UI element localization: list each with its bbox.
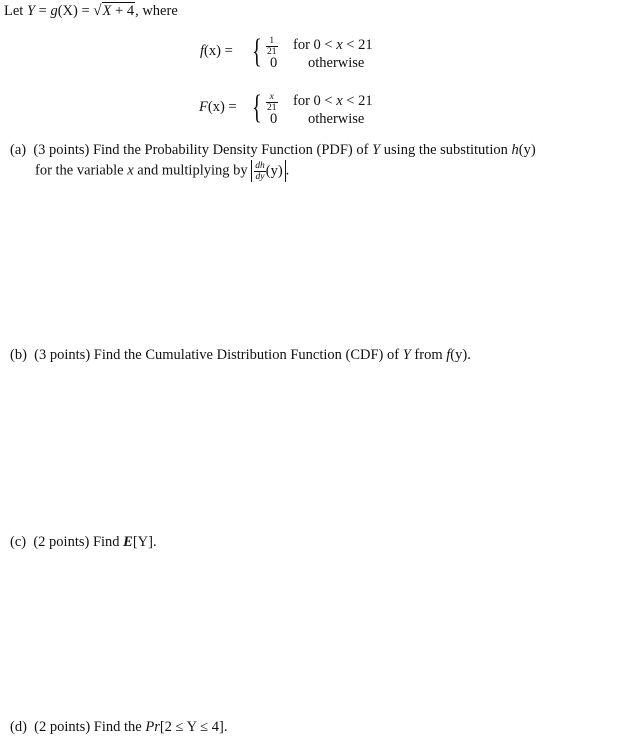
radicand-rest: + 4: [111, 3, 135, 19]
question-points: (3 points): [33, 142, 90, 158]
expectation-arg: [Y]: [132, 534, 153, 550]
fraction-numerator: 1: [266, 36, 278, 47]
probability-expr: [2 ≤ Y ≤ 4]: [159, 719, 224, 735]
intro-suffix: , where: [135, 3, 178, 19]
pdf-lhs: f(x) =: [200, 43, 233, 60]
equals: =: [77, 3, 94, 19]
func-h: h: [511, 142, 519, 158]
cdf-case1-value: x 21: [266, 92, 278, 113]
cond-for: for 0 <: [293, 93, 337, 109]
period: .: [223, 719, 228, 735]
cdf-F: F: [199, 99, 208, 115]
pdf-case2-condition: otherwise: [308, 55, 365, 71]
question-b: (b) (3 points) Find the Cumulative Distr…: [10, 347, 471, 364]
deriv-arg: (y): [265, 163, 283, 179]
fraction-numerator: x: [266, 92, 278, 103]
question-points: (3 points): [34, 347, 91, 363]
cond-for: for 0 <: [293, 37, 337, 53]
pdf-arg: (x): [204, 43, 221, 59]
question-text: for the variable: [35, 162, 128, 179]
deriv-denominator: dy: [255, 172, 265, 183]
cdf-definition: F(x) = { x 21 for 0 < x < 21 0 otherwise: [199, 90, 399, 132]
question-text: Find the: [93, 719, 146, 735]
question-text: Find the Probability Density Function (P…: [92, 142, 373, 158]
cond-end: < 21: [342, 93, 373, 109]
pdf-definition: f(x) = { 1 21 for 0 < x < 21 0 otherwise: [200, 34, 400, 76]
pdf-case1-condition: for 0 < x < 21: [293, 37, 373, 54]
cdf-arg: (x): [207, 99, 225, 115]
question-a: (a) (3 points) Find the Probability Dens…: [10, 142, 536, 159]
var-Y: Y: [26, 3, 36, 19]
question-text: using the substitution: [380, 142, 512, 158]
question-label: (b): [10, 347, 27, 363]
cond-end: < 21: [342, 37, 373, 53]
left-brace: {: [252, 33, 262, 70]
radical-sign: √: [93, 3, 102, 19]
question-text: Find: [92, 534, 124, 550]
arg-y: (y): [450, 347, 468, 363]
question-label: (d): [10, 719, 27, 735]
period: .: [467, 347, 471, 363]
question-text: from: [410, 347, 447, 363]
cdf-case1-condition: for 0 < x < 21: [293, 93, 373, 110]
pdf-case2-value: 0: [270, 55, 278, 71]
question-text: and multiplying by: [133, 162, 252, 179]
question-points: (2 points): [34, 719, 91, 735]
radicand: X + 4: [101, 2, 136, 19]
equals: =: [35, 3, 51, 19]
cdf-case2-value: 0: [270, 111, 278, 127]
expectation-E: E: [123, 534, 133, 550]
period: .: [285, 162, 290, 179]
pdf-equals: =: [220, 43, 233, 59]
arg-y: (y): [518, 142, 536, 158]
period: .: [152, 534, 157, 550]
question-points: (2 points): [33, 534, 90, 550]
question-c: (c) (2 points) Find E[Y].: [10, 534, 157, 551]
deriv-numerator: dh: [254, 161, 266, 173]
question-text: Find the Cumulative Distribution Functio…: [93, 347, 403, 363]
intro-statement: Let Y = g(X) = √X + 4, where: [4, 2, 178, 20]
question-a-line2: for the variable x and multiplying by dh…: [35, 160, 289, 182]
cdf-equals: =: [224, 99, 237, 115]
intro-prefix: Let: [4, 3, 27, 19]
arg-X: (X): [57, 3, 78, 19]
question-label: (c): [10, 534, 27, 550]
pdf-case1-value: 1 21: [266, 36, 278, 57]
cdf-lhs: F(x) =: [199, 99, 237, 116]
question-d: (d) (2 points) Find the Pr[2 ≤ Y ≤ 4].: [10, 719, 227, 736]
var-Y: Y: [402, 347, 411, 363]
sqrt-expression: √X + 4: [93, 2, 136, 20]
var-Y: Y: [372, 142, 381, 158]
left-brace: {: [252, 89, 262, 126]
func-g: g: [50, 3, 58, 19]
cdf-case2-condition: otherwise: [308, 111, 365, 127]
probability-Pr: Pr: [145, 719, 160, 735]
question-label: (a): [10, 142, 27, 158]
absolute-value: dh dy (y): [251, 160, 286, 183]
